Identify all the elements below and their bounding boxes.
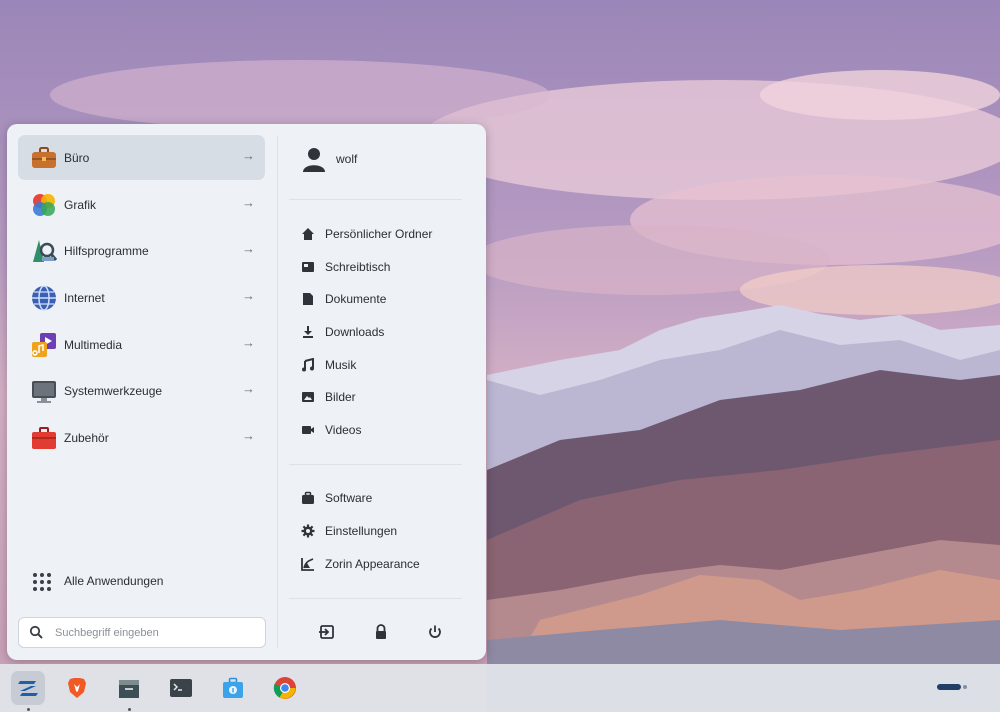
- video-icon: [302, 426, 314, 434]
- place-label: Bilder: [325, 390, 356, 404]
- arrow-right-icon: →: [242, 335, 255, 350]
- arrow-right-icon: →: [242, 195, 255, 210]
- place-label: Schreibtisch: [325, 260, 391, 274]
- system-tray-indicator[interactable]: [937, 684, 967, 690]
- running-indicator: [27, 708, 30, 711]
- files-button[interactable]: [112, 671, 146, 705]
- chrome-icon: [273, 677, 296, 699]
- start-menu: Büro → Grafik → Hilfsprogramme → Interne…: [7, 124, 486, 660]
- system-settings[interactable]: Einstellungen: [297, 519, 477, 543]
- running-indicator: [128, 708, 131, 711]
- divider: [289, 598, 462, 599]
- category-label: Zubehör: [64, 430, 109, 445]
- category-systemwerkzeuge[interactable]: Systemwerkzeuge →: [18, 368, 265, 413]
- music-icon: [302, 358, 314, 372]
- menu-column-divider: [277, 136, 278, 648]
- search-icon: [29, 625, 43, 639]
- place-label: Musik: [325, 358, 357, 372]
- search-input[interactable]: [53, 621, 257, 645]
- category-label: Hilfsprogramme: [64, 243, 149, 258]
- settings-gear-icon: [301, 524, 315, 538]
- category-hilfsprogramme[interactable]: Hilfsprogramme →: [18, 228, 265, 273]
- place-documents[interactable]: Dokumente: [297, 287, 477, 311]
- taskbar: [0, 664, 1000, 712]
- system-label: Einstellungen: [325, 524, 398, 538]
- image-icon: [302, 392, 314, 402]
- monitor-icon: [32, 381, 56, 403]
- arrow-right-icon: →: [242, 288, 255, 303]
- home-icon: [302, 228, 314, 240]
- place-label: Dokumente: [325, 292, 387, 306]
- search-box: [18, 617, 266, 648]
- brave-browser-button[interactable]: [60, 671, 94, 705]
- place-desktop[interactable]: Schreibtisch: [297, 255, 477, 279]
- desktop-icon: [302, 262, 314, 272]
- place-label: Persönlicher Ordner: [325, 227, 433, 241]
- place-videos[interactable]: Videos: [297, 418, 477, 442]
- chrome-button[interactable]: [268, 671, 302, 705]
- graphics-palette-icon: [33, 194, 55, 216]
- power-icon[interactable]: [425, 622, 445, 642]
- user-account[interactable]: wolf: [302, 144, 357, 174]
- category-zubehoer[interactable]: Zubehör →: [18, 415, 265, 460]
- user-avatar-icon: [303, 148, 325, 172]
- user-name: wolf: [336, 152, 358, 166]
- place-pictures[interactable]: Bilder: [297, 385, 477, 409]
- brave-browser-icon: [68, 678, 86, 698]
- system-zorin-appearance[interactable]: Zorin Appearance: [297, 552, 477, 576]
- system-label: Software: [325, 491, 373, 505]
- category-label: Büro: [64, 150, 90, 165]
- document-icon: [303, 293, 313, 305]
- terminal-button[interactable]: [164, 671, 198, 705]
- place-music[interactable]: Musik: [297, 353, 477, 377]
- all-applications-button[interactable]: Alle Anwendungen: [18, 564, 265, 600]
- terminal-icon: [170, 679, 192, 697]
- category-grafik[interactable]: Grafik →: [18, 182, 265, 227]
- category-internet[interactable]: Internet →: [18, 275, 265, 320]
- software-store-icon: [223, 677, 243, 698]
- software-store-button[interactable]: [216, 671, 250, 705]
- multimedia-icon: [32, 333, 56, 357]
- zorin-menu-button[interactable]: [11, 671, 45, 705]
- software-bag-icon: [302, 491, 314, 504]
- place-home[interactable]: Persönlicher Ordner: [297, 222, 477, 246]
- system-label: Zorin Appearance: [325, 557, 420, 571]
- arrow-right-icon: →: [242, 428, 255, 443]
- download-icon: [303, 326, 313, 338]
- divider: [289, 464, 462, 465]
- place-downloads[interactable]: Downloads: [297, 320, 477, 344]
- globe-icon: [32, 285, 56, 311]
- lock-icon[interactable]: [371, 622, 391, 642]
- system-software[interactable]: Software: [297, 486, 477, 510]
- category-multimedia[interactable]: Multimedia →: [18, 322, 265, 367]
- category-label: Internet: [64, 290, 105, 305]
- category-buero[interactable]: Büro →: [18, 135, 265, 180]
- app-grid-icon: [33, 573, 51, 591]
- arrow-right-icon: →: [242, 381, 255, 396]
- arrow-right-icon: →: [242, 148, 255, 163]
- category-label: Systemwerkzeuge: [64, 383, 163, 398]
- category-label: Multimedia: [64, 337, 123, 352]
- toolbox-icon: [32, 427, 56, 449]
- files-icon: [119, 680, 139, 698]
- zorin-menu-icon: [18, 681, 38, 696]
- logout-icon[interactable]: [317, 622, 337, 642]
- briefcase-icon: [32, 147, 56, 168]
- arrow-right-icon: →: [242, 241, 255, 256]
- place-label: Videos: [325, 423, 362, 437]
- place-label: Downloads: [325, 325, 385, 339]
- category-label: Grafik: [64, 197, 97, 212]
- divider: [289, 199, 462, 200]
- utilities-icon: [33, 240, 58, 262]
- appearance-icon: [301, 558, 314, 571]
- all-applications-label: Alle Anwendungen: [64, 574, 164, 588]
